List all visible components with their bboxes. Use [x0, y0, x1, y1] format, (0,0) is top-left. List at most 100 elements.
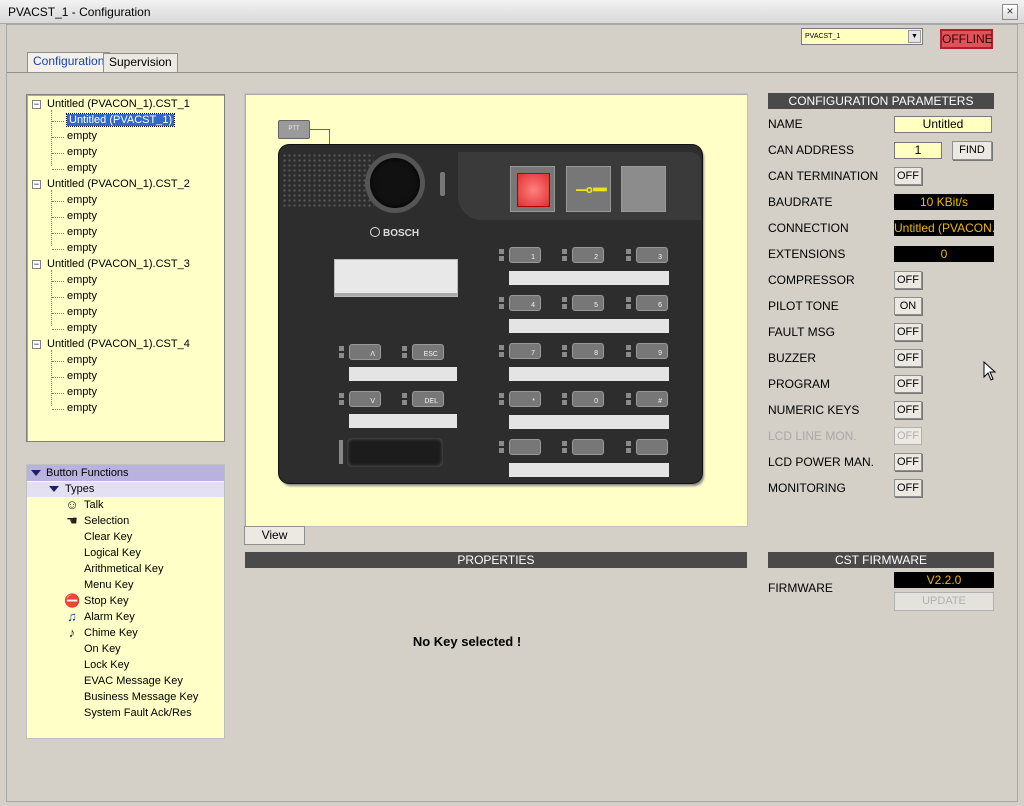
keypad-key-3[interactable]: 3: [636, 247, 668, 263]
tree-item-empty[interactable]: empty: [67, 369, 97, 384]
button-function-selection[interactable]: ☚ Selection: [66, 513, 129, 529]
button-function-business-message-key[interactable]: Business Message Key: [84, 689, 198, 705]
button-functions-title: Button Functions: [46, 467, 129, 479]
numeric-keys-label: NUMERIC KEYS: [768, 403, 860, 417]
keypad-key-4[interactable]: 4: [509, 295, 541, 311]
keypad-key-8[interactable]: 8: [572, 343, 604, 359]
tree-item-empty[interactable]: empty: [67, 209, 97, 224]
keypad-key-blank[interactable]: [572, 439, 604, 455]
keypad-key-esc[interactable]: ESC: [412, 344, 444, 360]
compressor-toggle[interactable]: OFF: [894, 271, 922, 289]
tree-item-empty[interactable]: empty: [67, 161, 97, 176]
keypad-key-7[interactable]: 7: [509, 343, 541, 359]
numeric-keys-toggle[interactable]: OFF: [894, 401, 922, 419]
key-led: [562, 448, 567, 453]
keypad-key-0[interactable]: 0: [572, 391, 604, 407]
collapse-triangle-icon[interactable]: [31, 470, 41, 476]
tree-group-cst-3[interactable]: Untitled (PVACON_1).CST_3: [47, 257, 190, 272]
key-led: [402, 353, 407, 358]
tree-item-empty[interactable]: empty: [67, 353, 97, 368]
lcd-power-man-toggle[interactable]: OFF: [894, 453, 922, 471]
button-function-talk[interactable]: ☺ Talk: [65, 497, 103, 513]
view-button[interactable]: View: [244, 526, 305, 545]
monitoring-toggle[interactable]: OFF: [894, 479, 922, 497]
button-function-stop-key[interactable]: ⛔ Stop Key: [64, 593, 129, 609]
tree-item-empty[interactable]: empty: [67, 305, 97, 320]
tree-item-empty[interactable]: empty: [67, 289, 97, 304]
key-lock-button[interactable]: ⊸━: [566, 166, 611, 212]
blank-square-button[interactable]: [621, 166, 666, 212]
close-icon[interactable]: ×: [1002, 4, 1018, 20]
tree-collapse-icon[interactable]: −: [32, 100, 41, 109]
alarm-bell-icon: ♫: [67, 609, 77, 624]
tree-item-empty[interactable]: empty: [67, 241, 97, 256]
fault-msg-toggle[interactable]: OFF: [894, 323, 922, 341]
keypad-key-2[interactable]: 2: [572, 247, 604, 263]
tree-item-selected[interactable]: Untitled (PVACST_1): [65, 113, 176, 128]
key-led: [626, 256, 631, 261]
tree-guide-line: [52, 217, 64, 218]
tree-item-empty[interactable]: empty: [67, 273, 97, 288]
tree-item-empty[interactable]: empty: [67, 129, 97, 144]
name-input[interactable]: Untitled: [894, 116, 992, 133]
tree-guide-line: [52, 233, 64, 234]
tree-item-empty[interactable]: empty: [67, 145, 97, 160]
program-toggle[interactable]: OFF: [894, 375, 922, 393]
keypad-key-blank[interactable]: [509, 439, 541, 455]
tree-collapse-icon[interactable]: −: [32, 260, 41, 269]
keypad-key-del[interactable]: DEL: [412, 391, 444, 407]
volume-slider[interactable]: [347, 438, 443, 467]
ptt-button[interactable]: PTT: [278, 120, 310, 139]
key-led: [499, 345, 504, 350]
pilot-tone-toggle[interactable]: ON: [894, 297, 922, 315]
button-function-menu-key[interactable]: Menu Key: [84, 577, 134, 593]
tree-collapse-icon[interactable]: −: [32, 180, 41, 189]
button-function-logical-key[interactable]: Logical Key: [84, 545, 141, 561]
tree-item-empty[interactable]: empty: [67, 193, 97, 208]
can-address-input[interactable]: 1: [894, 142, 942, 159]
tab-configuration[interactable]: Configuration: [27, 52, 111, 73]
button-function-clear-key[interactable]: Clear Key: [84, 529, 132, 545]
keypad-key-9[interactable]: 9: [636, 343, 668, 359]
button-function-lock-key[interactable]: Lock Key: [84, 657, 129, 673]
tree-item-empty[interactable]: empty: [67, 321, 97, 336]
can-termination-toggle[interactable]: OFF: [894, 167, 922, 185]
button-functions-header[interactable]: Button Functions: [27, 465, 224, 481]
keypad-key-5[interactable]: 5: [572, 295, 604, 311]
tree-guide-line: [52, 393, 64, 394]
emergency-red-button[interactable]: [510, 166, 555, 212]
device-select[interactable]: PVACST_1 ▼: [801, 28, 923, 45]
key-led: [402, 400, 407, 405]
tree-item-empty[interactable]: empty: [67, 225, 97, 240]
keypad-key-6[interactable]: 6: [636, 295, 668, 311]
button-function-on-key[interactable]: On Key: [84, 641, 121, 657]
keypad-key-*[interactable]: *: [509, 391, 541, 407]
find-button[interactable]: FIND: [952, 141, 992, 160]
offline-status-badge: OFFLINE: [940, 29, 993, 49]
types-node[interactable]: Types: [27, 482, 224, 497]
keypad-key-blank[interactable]: [636, 439, 668, 455]
button-function-system-fault-ack-res[interactable]: System Fault Ack/Res: [84, 705, 192, 721]
keypad-key-1[interactable]: 1: [509, 247, 541, 263]
button-function-evac-message-key[interactable]: EVAC Message Key: [84, 673, 183, 689]
tree-item-empty[interactable]: empty: [67, 385, 97, 400]
collapse-triangle-icon[interactable]: [49, 486, 59, 492]
tab-supervision[interactable]: Supervision: [103, 53, 178, 72]
tree-guide-line: [52, 249, 64, 250]
keypad-key-down[interactable]: V: [349, 391, 381, 407]
button-function-arithmetical-key[interactable]: Arithmetical Key: [84, 561, 163, 577]
tree-group-cst-2[interactable]: Untitled (PVACON_1).CST_2: [47, 177, 190, 192]
tree-group-cst-4[interactable]: Untitled (PVACON_1).CST_4: [47, 337, 190, 352]
keypad-key-#[interactable]: #: [636, 391, 668, 407]
update-button[interactable]: UPDATE: [894, 592, 994, 611]
tree-item-empty[interactable]: empty: [67, 401, 97, 416]
button-function-alarm-key[interactable]: ♫ Alarm Key: [67, 609, 135, 625]
chevron-down-icon[interactable]: ▼: [908, 30, 921, 43]
keypad-key-up[interactable]: Λ: [349, 344, 381, 360]
tree-guide-line: [51, 110, 52, 166]
tree-group-cst-1[interactable]: Untitled (PVACON_1).CST_1: [47, 97, 190, 112]
device-tree[interactable]: Untitled (PVACON_1).CST_1− Untitled (PVAC…: [26, 94, 225, 442]
tree-collapse-icon[interactable]: −: [32, 340, 41, 349]
buzzer-toggle[interactable]: OFF: [894, 349, 922, 367]
button-function-chime-key[interactable]: ♪ Chime Key: [69, 625, 138, 641]
